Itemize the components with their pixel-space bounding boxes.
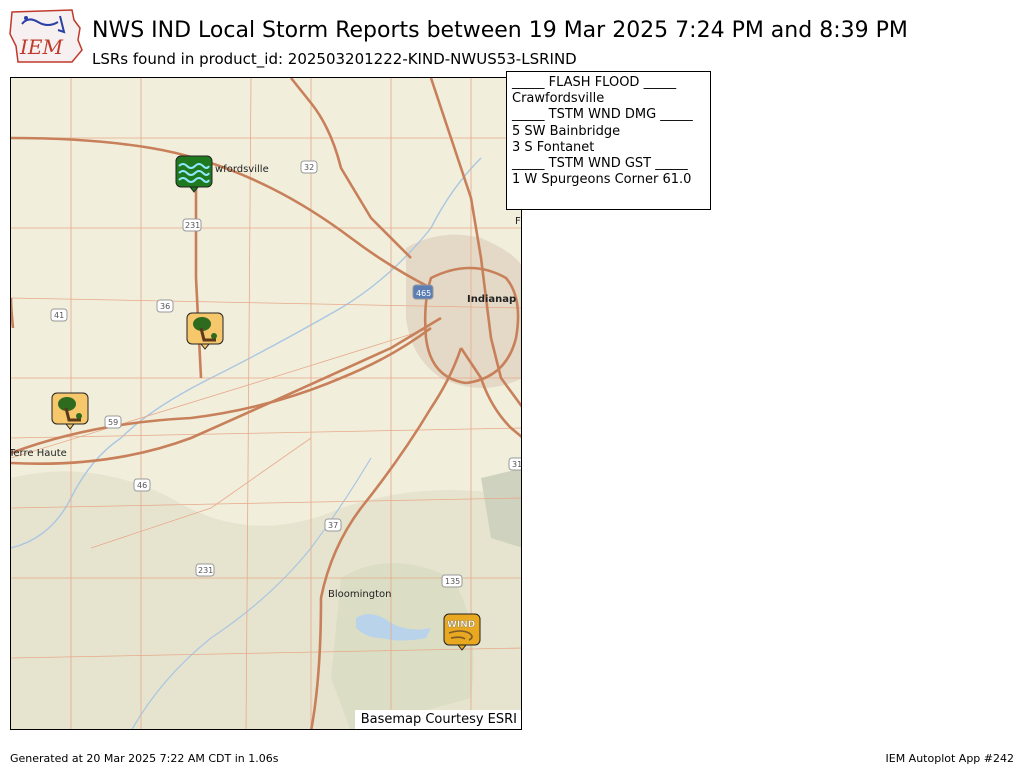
- place-label-terre-haute: Terre Haute: [11, 448, 67, 459]
- legend-item: 3 S Fontanet: [512, 139, 595, 155]
- shield-37: 37: [328, 521, 338, 530]
- map-panel[interactable]: wfordsville Indianap Terre Haute Bloomin…: [10, 77, 522, 730]
- legend-header-tstm-wnd-gst: _____ TSTM WND GST _____: [512, 156, 688, 172]
- place-label-indianapolis: Indianap: [467, 294, 516, 305]
- wind-icon: WIND: [443, 613, 481, 651]
- legend-header-flash-flood: _____ FLASH FLOOD _____: [512, 75, 677, 90]
- flash-flood-icon: [175, 155, 213, 193]
- shield-32: 32: [304, 163, 314, 172]
- shield-231: 231: [185, 221, 200, 230]
- svg-text:IEM: IEM: [19, 35, 64, 59]
- flash-flood-marker[interactable]: [175, 155, 213, 193]
- legend-item: Crawfordsville: [512, 91, 605, 107]
- wind-damage-marker-fontanet[interactable]: [51, 392, 89, 430]
- page-subtitle: LSRs found in product_id: 202503201222-K…: [92, 50, 577, 68]
- place-label-f-edge: F: [515, 216, 521, 227]
- place-label-crawfordsville: wfordsville: [215, 164, 269, 175]
- shield-59: 59: [108, 418, 118, 427]
- legend-header-tstm-wnd-dmg: _____ TSTM WND DMG _____: [512, 107, 693, 123]
- shield-31: 31: [512, 460, 522, 469]
- legend-item: 1 W Spurgeons Corner 61.0: [512, 172, 692, 188]
- wind-damage-marker-bainbridge[interactable]: [186, 312, 224, 350]
- shield-231-south: 231: [198, 566, 213, 575]
- legend-item: 5 SW Bainbridge: [512, 123, 621, 139]
- shield-41: 41: [54, 311, 64, 320]
- svg-text:WIND: WIND: [447, 620, 475, 630]
- page-title: NWS IND Local Storm Reports between 19 M…: [92, 18, 908, 43]
- shield-36: 36: [160, 302, 170, 311]
- app-id: IEM Autoplot App #242: [885, 752, 1015, 765]
- fallen-tree-icon: [51, 392, 89, 430]
- basemap-credit: Basemap Courtesy ESRI: [354, 710, 521, 729]
- shield-465: 465: [416, 289, 431, 298]
- generated-timestamp: Generated at 20 Mar 2025 7:22 AM CDT in …: [10, 752, 279, 765]
- place-label-bloomington: Bloomington: [328, 589, 391, 600]
- shield-135: 135: [445, 577, 460, 586]
- report-legend: _____ FLASH FLOOD _____ Crawfordsville _…: [506, 71, 711, 210]
- fallen-tree-icon: [186, 312, 224, 350]
- iem-logo: IEM: [8, 6, 84, 64]
- shield-46: 46: [137, 481, 147, 490]
- wind-gust-marker[interactable]: WIND: [443, 613, 481, 651]
